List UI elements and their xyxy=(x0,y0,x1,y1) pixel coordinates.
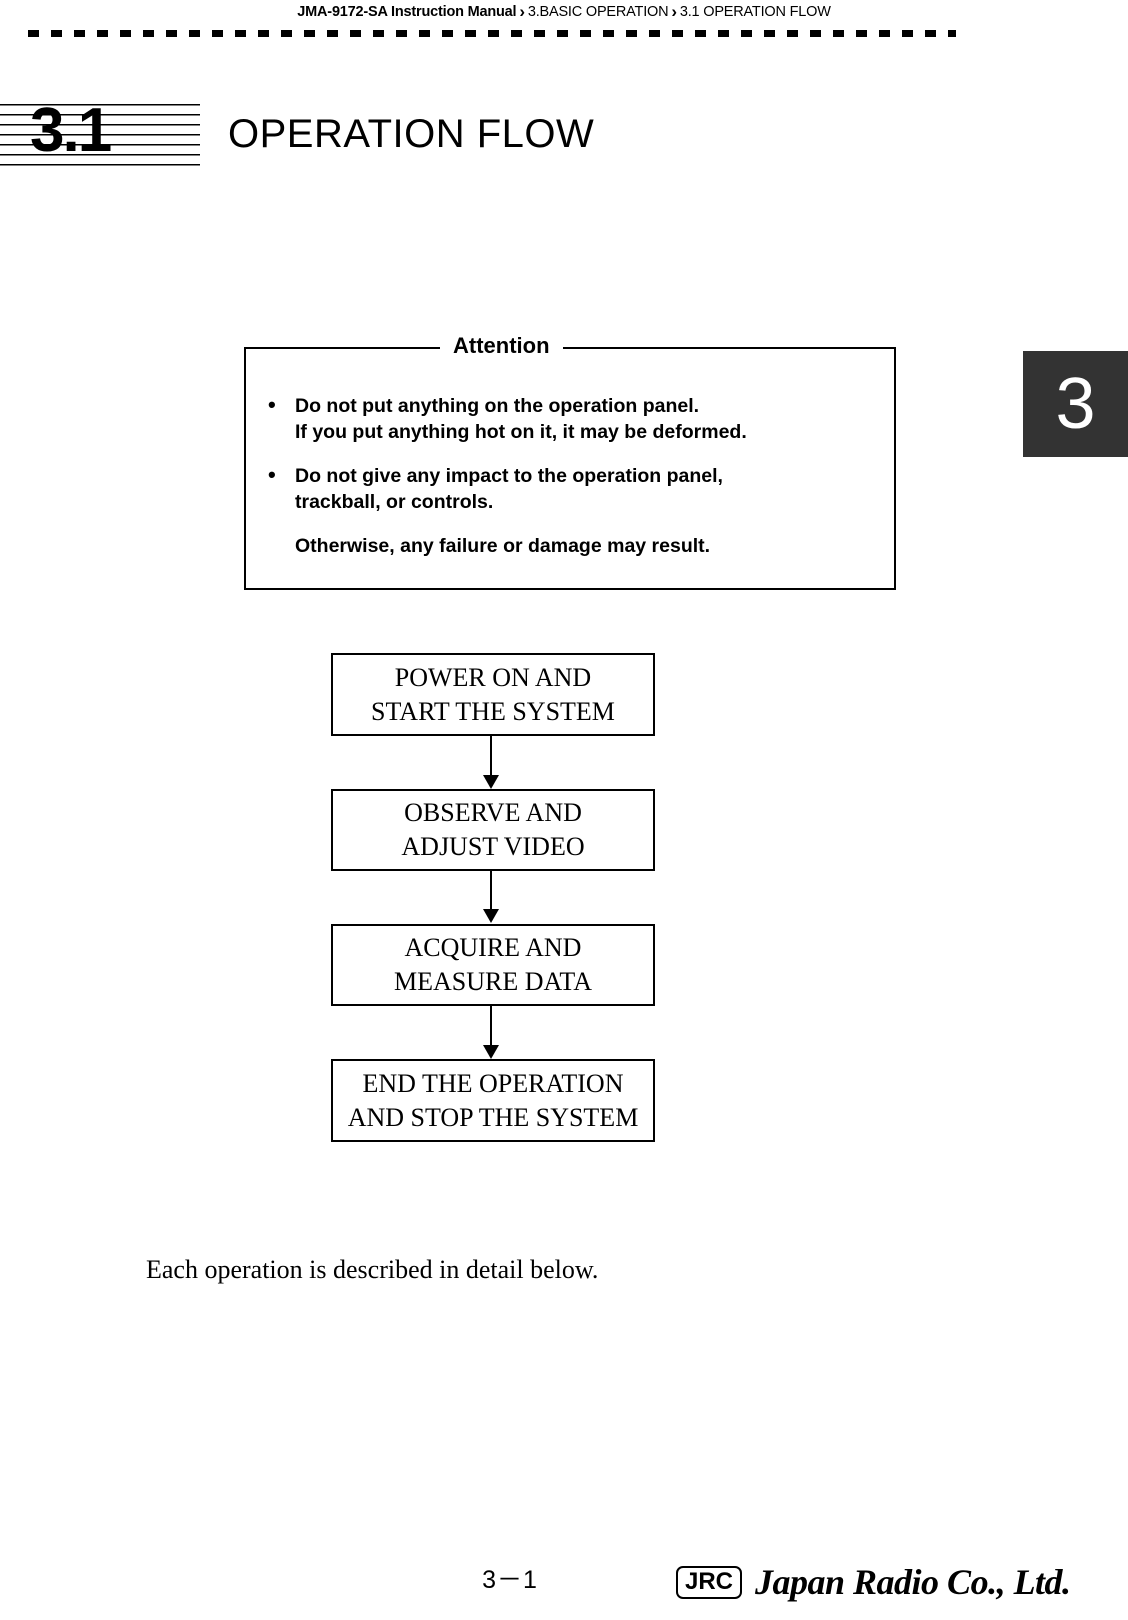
header-dashed-rule xyxy=(28,30,956,37)
company-logo: JRC Japan Radio Co., Ltd. xyxy=(676,1563,1071,1601)
company-name: Japan Radio Co., Ltd. xyxy=(755,1562,1071,1602)
manual-page: JMA-9172-SA Instruction Manual › 3.BASIC O… xyxy=(0,0,1128,1620)
flow-step-line: OBSERVE AND xyxy=(404,798,582,827)
attention-item-line: Do not give any impact to the operation … xyxy=(295,465,723,487)
flow-connector-arrow xyxy=(483,1006,499,1059)
attention-item-line: trackball, or controls. xyxy=(295,491,494,513)
flow-step-line: ACQUIRE AND xyxy=(404,933,582,962)
bullet-icon: • xyxy=(268,392,276,417)
breadcrumb-chapter: 3.BASIC OPERATION xyxy=(527,4,669,20)
attention-item: • Do not give any impact to the operatio… xyxy=(258,462,878,515)
attention-legend-label: Attention xyxy=(440,331,563,361)
flow-step-line: ADJUST VIDEO xyxy=(401,832,585,861)
attention-callout: • Do not put anything on the operation p… xyxy=(244,331,896,590)
flow-step-box[interactable]: OBSERVE AND ADJUST VIDEO xyxy=(331,789,655,871)
flow-step-line: POWER ON AND xyxy=(394,662,592,692)
flow-step-box[interactable]: ACQUIRE AND MEASURE DATA xyxy=(331,924,655,1006)
body-paragraph: Each operation is described in detail be… xyxy=(146,1255,599,1284)
flow-connector-arrow xyxy=(483,736,499,789)
flow-step-box[interactable]: POWER ON AND START THE SYSTEM xyxy=(331,653,655,736)
attention-content: • Do not put anything on the operation p… xyxy=(244,347,896,590)
flow-step-line: START THE SYSTEM xyxy=(371,696,615,726)
chapter-tab-marker: 3 xyxy=(1023,351,1128,457)
breadcrumb-separator-icon: › xyxy=(519,2,525,21)
flow-step-line: MEASURE DATA xyxy=(394,967,592,996)
flow-step-box[interactable]: END THE OPERATION AND STOP THE SYSTEM xyxy=(331,1059,655,1142)
breadcrumb-section: 3.1 OPERATION FLOW xyxy=(679,4,831,20)
flow-connector-arrow xyxy=(483,871,499,923)
page-title: OPERATION FLOW xyxy=(228,112,595,156)
section-number: 3.1 xyxy=(30,96,112,165)
attention-item-line: Do not put anything on the operation pan… xyxy=(295,395,700,417)
breadcrumb-manual: JMA-9172-SA Instruction Manual xyxy=(297,4,517,20)
breadcrumb: JMA-9172-SA Instruction Manual › 3.BASIC O… xyxy=(0,2,1128,22)
jrc-logo-mark-icon: JRC xyxy=(676,1565,743,1599)
operation-flowchart: POWER ON AND START THE SYSTEM OBSERVE AN… xyxy=(0,0,1128,1620)
breadcrumb-separator-icon-2: › xyxy=(671,2,677,21)
attention-item: • Do not put anything on the operation p… xyxy=(258,392,878,445)
bullet-icon: • xyxy=(268,462,276,487)
page-number: 3－1 xyxy=(482,1566,538,1594)
flow-step-line: END THE OPERATION xyxy=(362,1068,624,1098)
flow-step-line: AND STOP THE SYSTEM xyxy=(347,1102,639,1132)
attention-item-line: If you put anything hot on it, it may be… xyxy=(295,421,747,443)
attention-note: Otherwise, any failure or damage may res… xyxy=(295,535,711,557)
